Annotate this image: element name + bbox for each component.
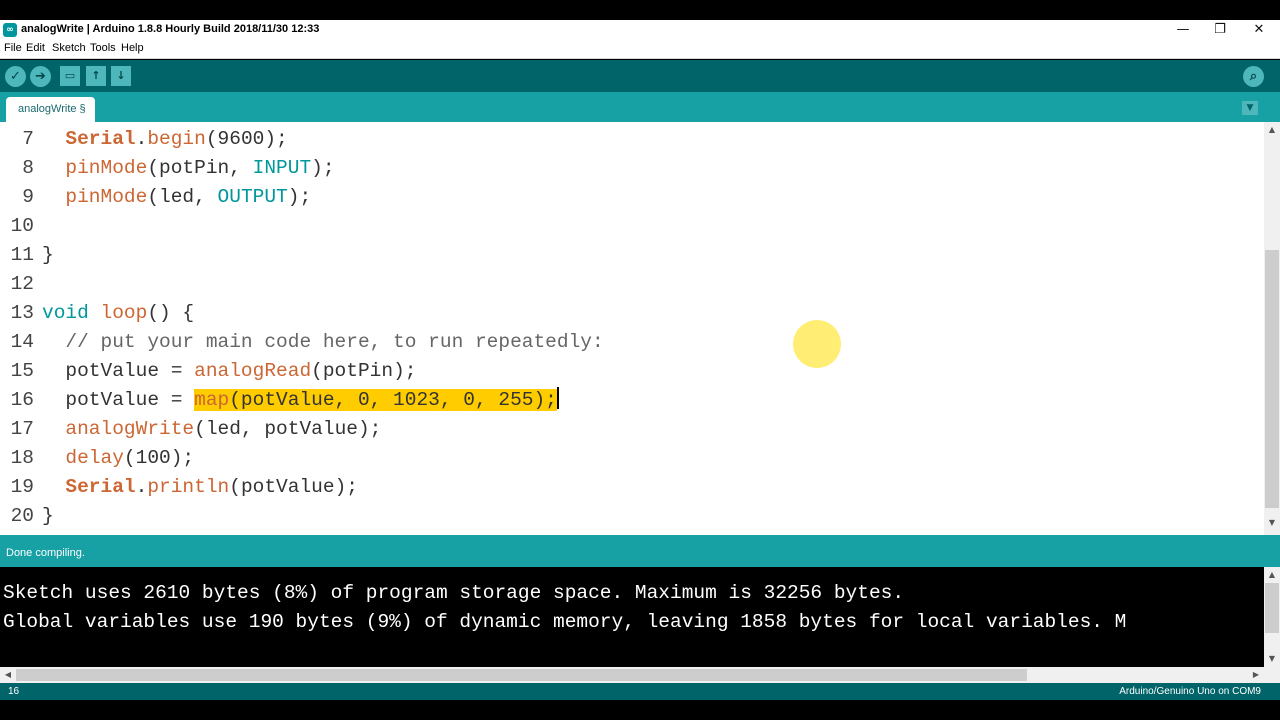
line-number: 11 bbox=[10, 244, 34, 266]
code-line: 7 Serial.begin(9600); bbox=[0, 125, 1264, 154]
code-text: pinMode(led, OUTPUT); bbox=[65, 186, 312, 208]
code-line: 11} bbox=[0, 241, 1264, 270]
line-number: 17 bbox=[10, 418, 34, 440]
menu-file[interactable]: File bbox=[4, 42, 22, 54]
scroll-right-arrow-icon[interactable]: ▶ bbox=[1248, 668, 1264, 682]
scroll-up-arrow-icon[interactable]: ▲ bbox=[1264, 123, 1280, 137]
code-line: 17 analogWrite(led, potValue); bbox=[0, 415, 1264, 444]
code-line: 9 pinMode(led, OUTPUT); bbox=[0, 183, 1264, 212]
editor-scrollbar-thumb[interactable] bbox=[1265, 250, 1279, 508]
new-sketch-icon[interactable]: ▭ bbox=[60, 66, 80, 86]
code-text: Serial.println(potValue); bbox=[65, 476, 358, 498]
mouse-cursor-highlight bbox=[793, 320, 841, 368]
status-bar: Done compiling. bbox=[0, 535, 1280, 567]
line-number: 18 bbox=[10, 447, 34, 469]
menu-bar: File Edit Sketch Tools Help bbox=[0, 40, 1280, 59]
line-number: 15 bbox=[10, 360, 34, 382]
menu-sketch[interactable]: Sketch bbox=[52, 42, 86, 54]
text-caret bbox=[556, 387, 559, 409]
tab-menu-icon[interactable]: ▼ bbox=[1242, 101, 1258, 115]
tab-bar: analogWrite § ▼ bbox=[0, 92, 1280, 122]
console-line: Sketch uses 2610 bytes (8%) of program s… bbox=[3, 582, 905, 604]
line-number: 20 bbox=[10, 505, 34, 527]
scroll-left-arrow-icon[interactable]: ◀ bbox=[0, 668, 16, 682]
scroll-up-arrow-icon[interactable]: ▲ bbox=[1264, 568, 1280, 582]
code-text: potValue = analogRead(potPin); bbox=[42, 360, 417, 382]
line-number-indicator: 16 bbox=[8, 686, 20, 697]
code-line: 14 // put your main code here, to run re… bbox=[0, 328, 1264, 357]
code-text: pinMode(potPin, INPUT); bbox=[65, 157, 335, 179]
line-number: 14 bbox=[10, 331, 34, 353]
line-number: 16 bbox=[10, 389, 34, 411]
code-line: 10 bbox=[0, 212, 1264, 241]
line-number: 10 bbox=[10, 215, 34, 237]
code-line-current: 16 potValue = map(potValue, 0, 1023, 0, … bbox=[0, 386, 1264, 415]
console-output[interactable]: Sketch uses 2610 bytes (8%) of program s… bbox=[0, 567, 1264, 667]
title-bar: ∞ analogWrite | Arduino 1.8.8 Hourly Bui… bbox=[0, 20, 1280, 40]
close-button[interactable]: ✕ bbox=[1239, 20, 1279, 40]
code-line: 15 potValue = analogRead(potPin); bbox=[0, 357, 1264, 386]
toolbar: ✓ ➔ ▭ ↑ ↓ ⌕ bbox=[0, 60, 1280, 92]
code-editor[interactable]: 7 Serial.begin(9600); 8 pinMode(potPin, … bbox=[0, 122, 1280, 535]
code-text: Serial.begin(9600); bbox=[65, 128, 288, 150]
line-number: 12 bbox=[10, 273, 34, 295]
line-number: 9 bbox=[22, 186, 34, 208]
line-number: 19 bbox=[10, 476, 34, 498]
scroll-down-arrow-icon[interactable]: ▼ bbox=[1264, 516, 1280, 530]
status-message: Done compiling. bbox=[6, 547, 85, 559]
console-line: Global variables use 190 bytes (9%) of d… bbox=[3, 611, 1127, 633]
code-text: } bbox=[42, 505, 54, 527]
scroll-down-arrow-icon[interactable]: ▼ bbox=[1264, 652, 1280, 666]
console-hscrollbar-thumb[interactable] bbox=[16, 669, 1027, 681]
window-title: analogWrite | Arduino 1.8.8 Hourly Build… bbox=[21, 23, 320, 35]
footer-bar: 16 Arduino/Genuino Uno on COM9 bbox=[0, 683, 1280, 700]
arduino-infinity-icon: ∞ bbox=[3, 23, 17, 37]
minimize-button[interactable]: — bbox=[1163, 20, 1203, 40]
line-number: 13 bbox=[10, 302, 34, 324]
open-sketch-icon[interactable]: ↑ bbox=[86, 66, 106, 86]
menu-tools[interactable]: Tools bbox=[90, 42, 116, 54]
console-vscrollbar-thumb[interactable] bbox=[1265, 583, 1279, 633]
menu-help[interactable]: Help bbox=[121, 42, 144, 54]
save-sketch-icon[interactable]: ↓ bbox=[111, 66, 131, 86]
restore-button[interactable]: ❐ bbox=[1200, 20, 1240, 40]
code-line: 13 void loop() { bbox=[0, 299, 1264, 328]
serial-monitor-icon[interactable]: ⌕ bbox=[1243, 66, 1264, 87]
selected-text: map(potValue, 0, 1023, 0, 255); bbox=[194, 389, 557, 411]
code-line: 12 bbox=[0, 270, 1264, 299]
code-text: void loop() { bbox=[42, 302, 195, 324]
code-line: 19 Serial.println(potValue); bbox=[0, 473, 1264, 502]
code-text: delay(100); bbox=[65, 447, 195, 469]
code-comment: // put your main code here, to run repea… bbox=[42, 331, 604, 353]
upload-icon[interactable]: ➔ bbox=[30, 66, 51, 87]
board-port-indicator: Arduino/Genuino Uno on COM9 bbox=[1119, 686, 1261, 697]
verify-icon[interactable]: ✓ bbox=[5, 66, 26, 87]
line-number: 7 bbox=[22, 128, 34, 150]
scrollbar-corner bbox=[1264, 667, 1280, 683]
code-text: potValue = map(potValue, 0, 1023, 0, 255… bbox=[42, 387, 559, 411]
code-line: 8 pinMode(potPin, INPUT); bbox=[0, 154, 1264, 183]
code-text: } bbox=[42, 244, 54, 266]
code-text: analogWrite(led, potValue); bbox=[65, 418, 382, 440]
tab-analogwrite[interactable]: analogWrite § bbox=[6, 97, 95, 122]
code-line: 18 delay(100); bbox=[0, 444, 1264, 473]
line-number: 8 bbox=[22, 157, 34, 179]
menu-edit[interactable]: Edit bbox=[26, 42, 45, 54]
code-line: 20} bbox=[0, 502, 1264, 531]
